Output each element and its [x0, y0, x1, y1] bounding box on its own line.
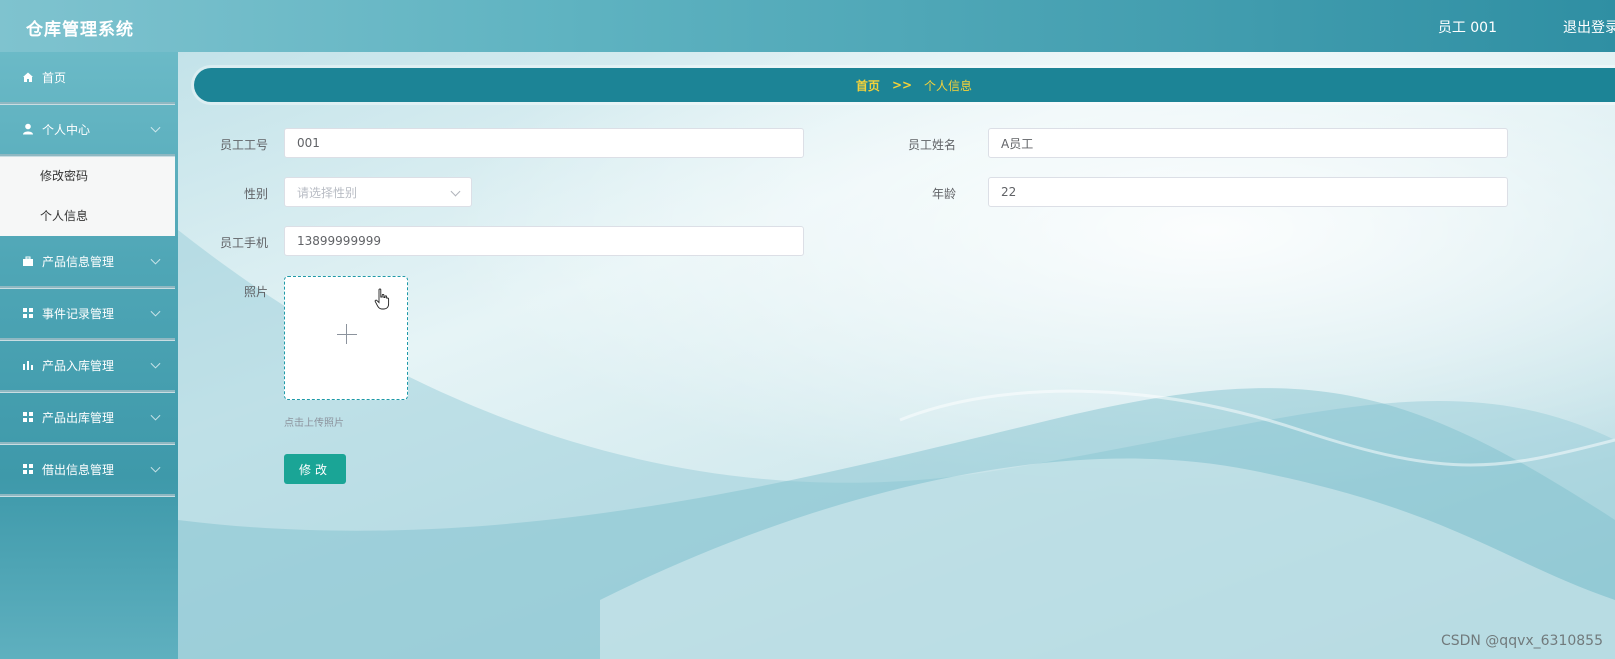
sidebar-item-personal-center[interactable]: 个人中心: [0, 104, 175, 156]
age-field[interactable]: 22: [988, 177, 1508, 207]
submenu-personal-center: 修改密码 个人信息: [0, 156, 175, 236]
grid-icon: [22, 411, 34, 423]
sidebar-item-label: 产品入库管理: [42, 358, 115, 373]
breadcrumb-current: 个人信息: [924, 78, 973, 93]
submit-button[interactable]: 修改: [284, 454, 346, 484]
sidebar-item-label: 首页: [42, 70, 67, 85]
chevron-down-icon: [450, 186, 461, 197]
sidebar-item-home[interactable]: 首页: [0, 52, 175, 104]
sidebar-item-product-inbound[interactable]: 产品入库管理: [0, 340, 175, 392]
sidebar-item-lending-info[interactable]: 借出信息管理: [0, 444, 175, 496]
submenu-item-personal-info[interactable]: 个人信息: [0, 196, 175, 236]
main-content: 首页 >> 个人信息 员工工号 001 员工姓名 A员工 性别 请选择性别 年龄…: [178, 52, 1615, 659]
sidebar: 首页 个人中心 修改密码 个人信息 产品信息管理 事件记录管理 产品入库管理 产…: [0, 52, 178, 659]
grid-icon: [22, 463, 34, 475]
phone-label: 员工手机: [219, 236, 268, 250]
sidebar-item-label: 借出信息管理: [42, 462, 115, 477]
user-icon: [22, 123, 34, 135]
current-user-label: 员工 001: [1437, 20, 1497, 36]
grid-icon: [22, 307, 34, 319]
bar-chart-icon: [22, 359, 34, 371]
chevron-down-icon: [150, 254, 161, 265]
chevron-down-icon: [150, 306, 161, 317]
photo-label: 照片: [243, 285, 268, 299]
sidebar-item-label: 产品出库管理: [42, 410, 115, 425]
briefcase-icon: [22, 255, 34, 267]
photo-upload-hint: 点击上传照片: [284, 418, 344, 429]
app-title: 仓库管理系统: [26, 20, 134, 40]
employee-id-label: 员工工号: [219, 138, 268, 152]
gender-placeholder: 请选择性别: [297, 185, 358, 200]
breadcrumb-home[interactable]: 首页: [856, 77, 880, 94]
sidebar-item-label: 个人中心: [42, 122, 91, 137]
chevron-down-icon: [150, 410, 161, 421]
employee-name-label: 员工姓名: [907, 138, 956, 152]
chevron-down-icon: [150, 122, 161, 133]
hand-cursor-icon: [374, 288, 390, 314]
sidebar-item-event-records[interactable]: 事件记录管理: [0, 288, 175, 340]
gender-select[interactable]: 请选择性别: [284, 177, 472, 207]
home-icon: [22, 71, 34, 83]
sidebar-item-product-outbound[interactable]: 产品出库管理: [0, 392, 175, 444]
sidebar-item-label: 事件记录管理: [42, 306, 115, 321]
employee-id-field[interactable]: 001: [284, 128, 804, 158]
top-header: 仓库管理系统 员工 001 退出登录: [0, 0, 1615, 52]
sidebar-item-label: 产品信息管理: [42, 254, 115, 269]
chevron-down-icon: [150, 462, 161, 473]
phone-field[interactable]: 13899999999: [284, 226, 804, 256]
chevron-down-icon: [150, 358, 161, 369]
age-label: 年龄: [931, 187, 956, 201]
submenu-item-change-password[interactable]: 修改密码: [0, 156, 175, 196]
logout-link[interactable]: 退出登录: [1563, 17, 1615, 37]
breadcrumb-separator: >>: [891, 78, 913, 92]
employee-name-field[interactable]: A员工: [988, 128, 1508, 158]
breadcrumb: 首页 >> 个人信息: [194, 68, 1615, 102]
gender-label: 性别: [243, 187, 268, 201]
sidebar-item-product-info[interactable]: 产品信息管理: [0, 236, 175, 288]
watermark: CSDN @qqvx_6310855: [1440, 633, 1603, 649]
plus-icon: [337, 334, 357, 335]
